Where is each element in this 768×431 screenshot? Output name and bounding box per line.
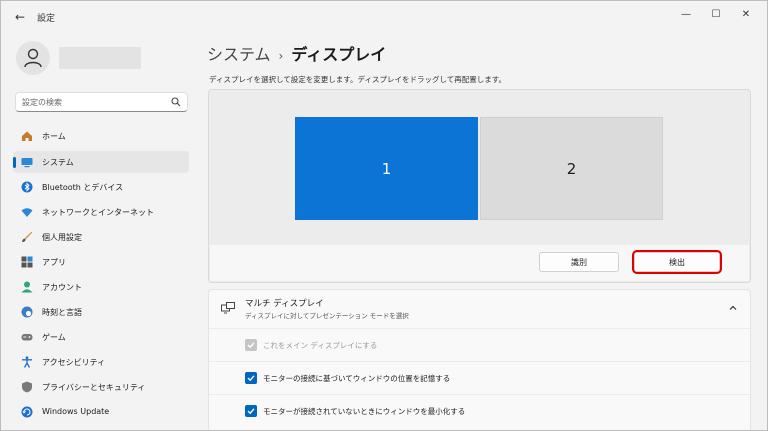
sidebar-item-label: アカウント (42, 283, 82, 292)
search-input[interactable]: 設定の検索 (15, 92, 188, 112)
sidebar-item-label: アプリ (42, 258, 66, 267)
sidebar-item-privacy[interactable]: プライバシーとセキュリティ (13, 376, 189, 398)
chevron-up-icon[interactable] (728, 303, 738, 313)
sidebar-item-time-language[interactable]: 時刻と言語 (13, 301, 189, 323)
settings-window: ← 設定 — ☐ ✕ 設定の検索 ホーム システム Bluetooth とデバイ… (0, 0, 768, 431)
accessibility-icon (22, 356, 32, 368)
sidebar-item-label: ゲーム (42, 333, 66, 342)
monitor-number: 2 (566, 159, 577, 178)
sidebar-item-apps[interactable]: アプリ (13, 251, 189, 273)
sidebar-item-label: ホーム (42, 132, 66, 141)
sidebar-item-label: プライバシーとセキュリティ (42, 383, 146, 392)
multi-display-header[interactable]: マルチ ディスプレイ ディスプレイに対してプレゼンテーション モードを選択 (209, 290, 750, 329)
sidebar-item-label: 個人用設定 (42, 233, 82, 242)
option-main-display: これをメイン ディスプレイにする (209, 328, 750, 361)
sidebar-item-system[interactable]: システム (13, 151, 189, 173)
option-label: モニターが接続されていないときにウィンドウを最小化する (263, 407, 466, 416)
account-icon (21, 281, 33, 293)
option-remember-window-positions: モニターの接続に基づいてウィンドウの位置を記憶する (209, 361, 750, 394)
title-bar: ← 設定 — ☐ ✕ (1, 1, 767, 33)
person-icon (24, 48, 42, 68)
close-button[interactable]: ✕ (731, 5, 761, 25)
checkmark-icon (247, 408, 255, 415)
avatar[interactable] (16, 41, 50, 75)
sidebar-item-accessibility[interactable]: アクセシビリティ (13, 351, 189, 373)
sidebar-item-label: アクセシビリティ (42, 358, 106, 367)
search-icon (171, 97, 181, 107)
username-placeholder (59, 47, 141, 69)
multi-display-section: マルチ ディスプレイ ディスプレイに対してプレゼンテーション モードを選択 これ… (208, 289, 751, 430)
system-icon (21, 158, 33, 168)
monitor-number: 1 (381, 159, 392, 178)
brush-icon (22, 231, 33, 242)
minimize-button[interactable]: — (671, 5, 701, 25)
option-label: モニターの接続に基づいてウィンドウの位置を記憶する (263, 374, 451, 383)
minimize-windows-checkbox[interactable] (245, 405, 257, 417)
globe-clock-icon (21, 306, 33, 318)
identify-button[interactable]: 識別 (539, 252, 619, 272)
checkmark-icon (247, 375, 255, 382)
gamepad-icon (21, 334, 33, 341)
arrange-hint: ディスプレイを選択して設定を変更します。ディスプレイをドラッグして再配置します。 (209, 75, 506, 84)
multi-display-title: マルチ ディスプレイ (245, 299, 324, 309)
remember-positions-checkbox[interactable] (245, 372, 257, 384)
option-minimize-windows: モニターが接続されていないときにウィンドウを最小化する (209, 394, 750, 427)
window-controls: — ☐ ✕ (671, 5, 761, 25)
main-display-checkbox[interactable] (245, 339, 257, 351)
sidebar-item-label: 時刻と言語 (42, 308, 82, 317)
breadcrumb-parent[interactable]: システム (207, 45, 271, 64)
bluetooth-icon (21, 181, 33, 193)
sidebar: 設定の検索 ホーム システム Bluetooth とデバイス ネットワークとイン… (1, 33, 197, 430)
shield-icon (22, 381, 32, 393)
active-indicator (13, 157, 16, 168)
monitor-1[interactable]: 1 (295, 117, 478, 220)
apps-icon (21, 256, 33, 268)
update-icon (21, 406, 33, 418)
checkmark-icon (247, 342, 255, 349)
sidebar-item-windows-update[interactable]: Windows Update (13, 401, 189, 423)
page-title: ディスプレイ (291, 45, 387, 64)
home-icon (22, 131, 32, 141)
sidebar-item-home[interactable]: ホーム (13, 125, 189, 147)
sidebar-item-label: ネットワークとインターネット (42, 208, 154, 217)
breadcrumb-separator: › (278, 49, 284, 63)
display-arrangement-panel: 1 2 識別 検出 (208, 89, 751, 283)
breadcrumb: システム › ディスプレイ (207, 41, 386, 65)
sidebar-item-accounts[interactable]: アカウント (13, 276, 189, 298)
sidebar-item-label: Bluetooth とデバイス (42, 183, 124, 192)
app-title: 設定 (37, 14, 56, 24)
main-content: システム › ディスプレイ ディスプレイを選択して設定を変更します。ディスプレイをド… (197, 33, 767, 430)
sidebar-item-personalization[interactable]: 個人用設定 (13, 226, 189, 248)
option-label: これをメイン ディスプレイにする (263, 341, 378, 350)
arrange-actions: 識別 検出 (210, 245, 749, 281)
back-arrow-icon[interactable]: ← (13, 10, 27, 24)
sidebar-item-label: Windows Update (42, 407, 110, 416)
sidebar-item-bluetooth[interactable]: Bluetooth とデバイス (13, 176, 189, 198)
search-placeholder: 設定の検索 (22, 98, 62, 107)
monitor-2[interactable]: 2 (480, 117, 663, 220)
multi-display-subtitle: ディスプレイに対してプレゼンテーション モードを選択 (245, 312, 409, 320)
maximize-button[interactable]: ☐ (701, 5, 731, 25)
sidebar-item-gaming[interactable]: ゲーム (13, 326, 189, 348)
sidebar-item-network[interactable]: ネットワークとインターネット (13, 201, 189, 223)
sidebar-item-label: システム (42, 158, 74, 167)
wifi-icon (21, 208, 33, 217)
multi-monitor-icon (221, 302, 235, 314)
detect-button[interactable]: 検出 (632, 250, 722, 274)
